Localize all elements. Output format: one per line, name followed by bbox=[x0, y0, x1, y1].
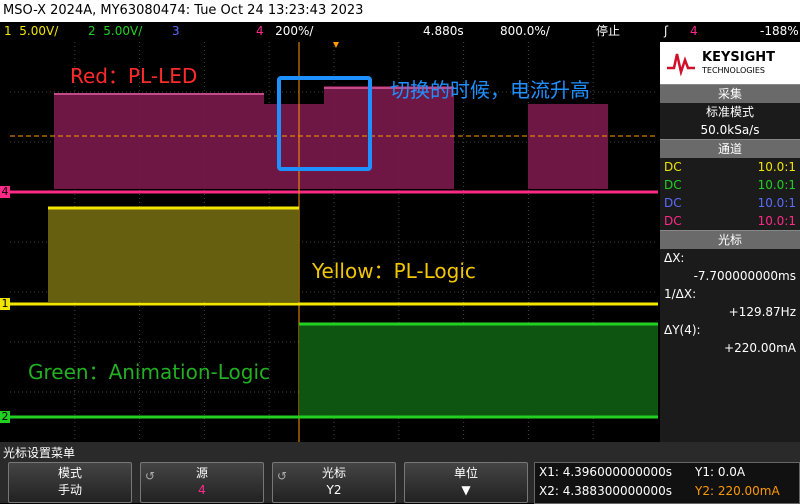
green-annotation: Green：Animation-Logic bbox=[28, 360, 271, 384]
channel-row-4[interactable]: DC 10.0:1 bbox=[660, 212, 800, 230]
trigger-level: -188% bbox=[760, 24, 799, 38]
run-state[interactable]: 停止 bbox=[596, 22, 620, 40]
ch1-label[interactable]: 1 5.00V/ bbox=[4, 22, 58, 40]
units-softkey[interactable]: 单位 ▼ bbox=[404, 462, 528, 503]
ch3-label[interactable]: 3 bbox=[172, 22, 180, 40]
ch2-label[interactable]: 2 5.00V/ bbox=[88, 22, 142, 40]
keysight-wave-icon bbox=[667, 53, 695, 76]
brand-name: KEYSIGHT bbox=[702, 50, 775, 65]
dx-label: ΔX: bbox=[664, 251, 685, 265]
trigger-edge-icon: ʃ bbox=[664, 24, 669, 38]
yellow-annotation: Yellow：PL-Logic bbox=[312, 259, 476, 283]
source-softkey[interactable]: ↺ 源 4 bbox=[140, 462, 264, 503]
inv-dx-value: +129.87Hz bbox=[728, 305, 796, 319]
brand-logo: KEYSIGHT TECHNOLOGIES bbox=[660, 42, 800, 84]
channel-row-2[interactable]: DC 10.0:1 bbox=[660, 176, 800, 194]
trigger-status[interactable]: ʃ 4 -188% bbox=[660, 22, 800, 40]
cursors-header: 光标 bbox=[660, 230, 800, 249]
dy-value: +220.00mA bbox=[724, 341, 796, 355]
cursor-softkey[interactable]: ↺ 光标 Y2 bbox=[272, 462, 396, 503]
cursor-readout: X1: 4.396000000000s X2: 4.388300000000s … bbox=[534, 462, 800, 504]
ch2-ground-marker[interactable]: 2 bbox=[0, 411, 10, 423]
channel-row-3[interactable]: DC 10.0:1 bbox=[660, 194, 800, 212]
time-scale[interactable]: 800.0%/ bbox=[500, 22, 550, 40]
x1-readout: X1: 4.396000000000s bbox=[539, 465, 673, 479]
down-arrow-icon: ▼ bbox=[461, 483, 471, 497]
title-bar: MSO-X 2024A, MY63080474: Tue Oct 24 13:2… bbox=[0, 0, 800, 22]
channel-bar: 1 5.00V/ 2 5.00V/ 3 4 200%/ 4.880s 800.0… bbox=[0, 22, 660, 40]
acq-header: 采集 bbox=[660, 84, 800, 103]
y1-readout: Y1: 0.0A bbox=[695, 465, 746, 479]
acq-rate: 50.0kSa/s bbox=[700, 123, 760, 137]
brand-sub: TECHNOLOGIES bbox=[702, 66, 765, 75]
ch4-label[interactable]: 4 200%/ bbox=[256, 22, 313, 40]
channel-row-1[interactable]: DC 10.0:1 bbox=[660, 158, 800, 176]
time-delay[interactable]: 4.880s bbox=[423, 22, 464, 40]
side-panel: KEYSIGHT TECHNOLOGIES 采集 标准模式 50.0kSa/s … bbox=[660, 42, 800, 442]
note-annotation: 切换的时候，电流升高 bbox=[390, 78, 590, 102]
ch1-ground-marker[interactable]: 1 bbox=[0, 298, 10, 310]
mode-softkey[interactable]: 模式 手动 bbox=[8, 462, 132, 503]
dx-value: -7.700000000ms bbox=[693, 269, 796, 283]
trigger-source: 4 bbox=[690, 24, 698, 38]
x2-readout: X2: 4.388300000000s bbox=[539, 484, 673, 498]
red-annotation: Red：PL-LED bbox=[70, 64, 198, 88]
channels-header: 通道 bbox=[660, 139, 800, 158]
rotate-knob-icon: ↺ bbox=[145, 469, 156, 483]
y2-readout: Y2: 220.00mA bbox=[695, 484, 780, 498]
ch4-ground-marker[interactable]: 4 bbox=[0, 186, 10, 198]
inv-dx-label: 1/ΔX: bbox=[664, 287, 697, 301]
menu-title: 光标设置菜单 bbox=[3, 446, 76, 460]
dy-label: ΔY(4): bbox=[664, 323, 701, 337]
rotate-knob-icon: ↺ bbox=[277, 469, 288, 483]
window-title: MSO-X 2024A, MY63080474: Tue Oct 24 13:2… bbox=[3, 3, 364, 18]
acq-mode: 标准模式 bbox=[705, 105, 754, 119]
